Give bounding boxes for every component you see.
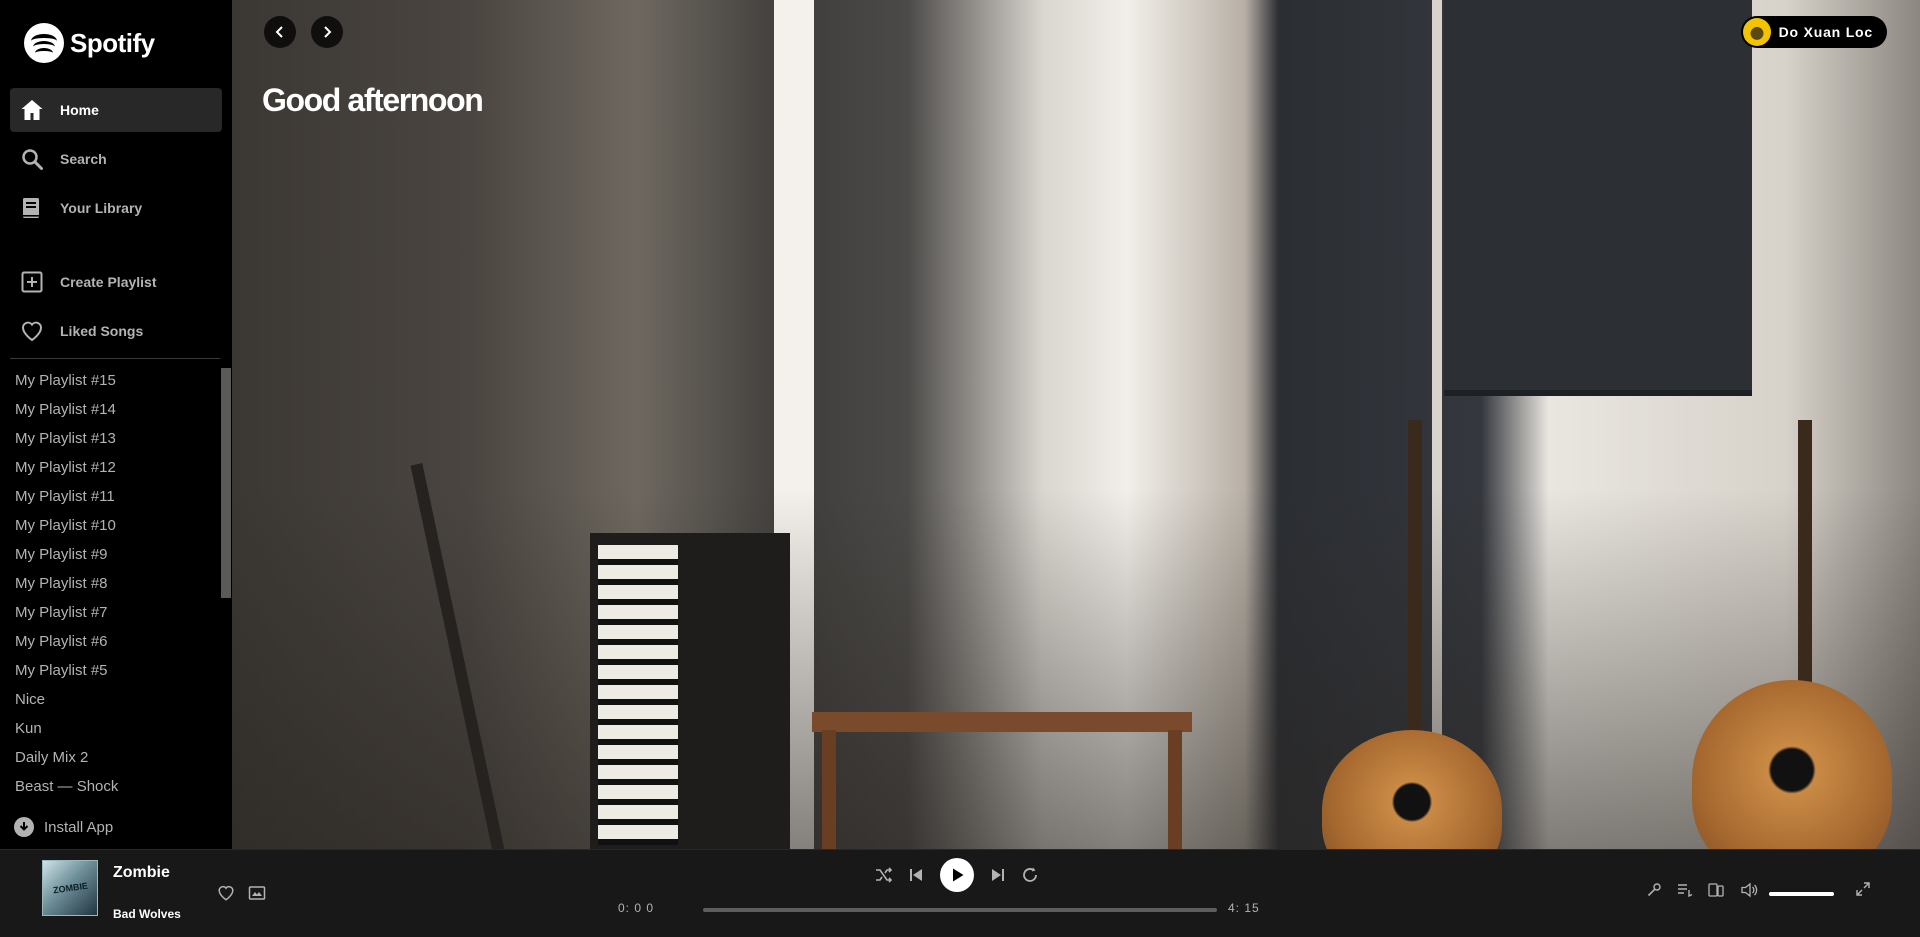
playlist-item[interactable]: My Playlist #13 <box>0 424 222 453</box>
playlist-item[interactable]: My Playlist #12 <box>0 453 222 482</box>
guitar-neck <box>1408 420 1422 750</box>
queue-button[interactable] <box>1675 880 1695 900</box>
playlist-item[interactable]: My Playlist #7 <box>0 598 222 627</box>
queue-icon <box>1677 882 1693 898</box>
piano-keys <box>598 545 678 845</box>
volume-fill <box>1769 892 1834 896</box>
expand-icon <box>1855 881 1871 897</box>
chevron-right-icon <box>320 25 334 39</box>
shuffle-icon <box>875 866 893 884</box>
devices-icon <box>1708 882 1724 898</box>
spotify-logo-icon <box>24 23 64 63</box>
picture-in-picture-button[interactable] <box>248 884 266 902</box>
next-button[interactable] <box>982 859 1014 891</box>
wooden-desk <box>812 712 1192 732</box>
history-navigation <box>264 16 343 48</box>
chevron-left-icon <box>273 25 287 39</box>
playlist-item[interactable]: My Playlist #11 <box>0 482 222 511</box>
nav-library-label: Your Library <box>60 200 143 216</box>
lyrics-button[interactable] <box>1644 880 1664 900</box>
track-artist[interactable]: Bad Wolves <box>113 907 181 921</box>
liked-songs-button[interactable]: Liked Songs <box>10 309 222 353</box>
user-name: Do Xuan Loc <box>1778 24 1873 40</box>
playlist-item[interactable]: My Playlist #8 <box>0 569 222 598</box>
nav-search[interactable]: Search <box>10 137 222 181</box>
forward-button[interactable] <box>311 16 343 48</box>
playback-controls <box>868 858 1046 892</box>
window-blind <box>1444 0 1752 396</box>
play-button[interactable] <box>940 858 974 892</box>
repeat-icon <box>1021 866 1039 884</box>
playlist-item[interactable]: Kun <box>0 714 222 743</box>
logo-text: Spotify <box>70 27 155 58</box>
sidebar-scrollbar[interactable] <box>221 368 231 598</box>
heart-icon <box>217 884 235 902</box>
connect-device-button[interactable] <box>1706 880 1726 900</box>
install-app-label: Install App <box>44 818 114 836</box>
mute-button[interactable] <box>1740 880 1760 900</box>
album-cover[interactable]: ZOMBIE <box>42 860 98 916</box>
playlist-item[interactable]: Nice <box>0 685 222 714</box>
track-title[interactable]: Zombie <box>113 864 170 882</box>
playlist-item[interactable]: Beast — Shock <box>0 772 222 801</box>
download-icon <box>14 817 34 837</box>
skip-forward-icon <box>990 867 1006 883</box>
playlist-actions: Create Playlist Liked Songs <box>10 260 222 358</box>
previous-button[interactable] <box>900 859 932 891</box>
main-content: Do Xuan Loc Good afternoon <box>232 0 1920 849</box>
library-icon <box>20 196 44 220</box>
sidebar: Spotify Home Search Your Library Create … <box>0 0 232 849</box>
desk-legs <box>822 730 1182 849</box>
avatar <box>1742 18 1771 46</box>
album-cover-text: ZOMBIE <box>51 880 89 896</box>
back-button[interactable] <box>264 16 296 48</box>
picture-in-picture-icon <box>248 884 266 902</box>
user-menu-button[interactable]: Do Xuan Loc <box>1740 16 1887 48</box>
nav-search-label: Search <box>60 151 107 167</box>
playlist-item[interactable]: My Playlist #10 <box>0 511 222 540</box>
fullscreen-button[interactable] <box>1855 881 1871 897</box>
play-icon <box>949 867 965 883</box>
volume-slider[interactable] <box>1769 892 1834 896</box>
playlist-item[interactable]: My Playlist #14 <box>0 395 222 424</box>
nav-home-label: Home <box>60 102 99 118</box>
sidebar-divider <box>10 358 220 359</box>
playlist-item[interactable]: My Playlist #6 <box>0 627 222 656</box>
volume-icon <box>1741 882 1759 898</box>
playlist-item[interactable]: My Playlist #5 <box>0 656 222 685</box>
create-playlist-button[interactable]: Create Playlist <box>10 260 222 304</box>
main-nav: Home Search Your Library <box>10 88 222 235</box>
current-time: 0: 0 0 <box>618 901 655 915</box>
nav-home[interactable]: Home <box>10 88 222 132</box>
repeat-button[interactable] <box>1014 859 1046 891</box>
now-playing-bar: ZOMBIE Zombie Bad Wolves 0: 0 0 4: 15 <box>0 849 1920 937</box>
shuffle-button[interactable] <box>868 859 900 891</box>
install-app-button[interactable]: Install App <box>14 816 113 838</box>
playlist-item[interactable]: My Playlist #15 <box>0 366 222 395</box>
plus-square-icon <box>20 270 44 294</box>
total-time: 4: 15 <box>1228 901 1260 915</box>
page-title: Good afternoon <box>262 82 484 118</box>
create-playlist-label: Create Playlist <box>60 274 157 290</box>
progress-bar[interactable] <box>703 908 1217 912</box>
playlist-item[interactable]: Daily Mix 2 <box>0 743 222 772</box>
extra-controls <box>1644 880 1760 900</box>
heart-icon <box>20 319 44 343</box>
nav-library[interactable]: Your Library <box>10 186 222 230</box>
like-button[interactable] <box>217 884 235 902</box>
skip-back-icon <box>908 867 924 883</box>
playlist-item[interactable]: My Playlist #9 <box>0 540 222 569</box>
playlist-list: My Playlist #15 My Playlist #14 My Playl… <box>0 366 222 801</box>
search-icon <box>20 147 44 171</box>
microphone-icon <box>1646 882 1662 898</box>
liked-songs-label: Liked Songs <box>60 323 144 339</box>
spotify-logo[interactable]: Spotify <box>24 22 155 64</box>
home-icon <box>20 98 44 122</box>
